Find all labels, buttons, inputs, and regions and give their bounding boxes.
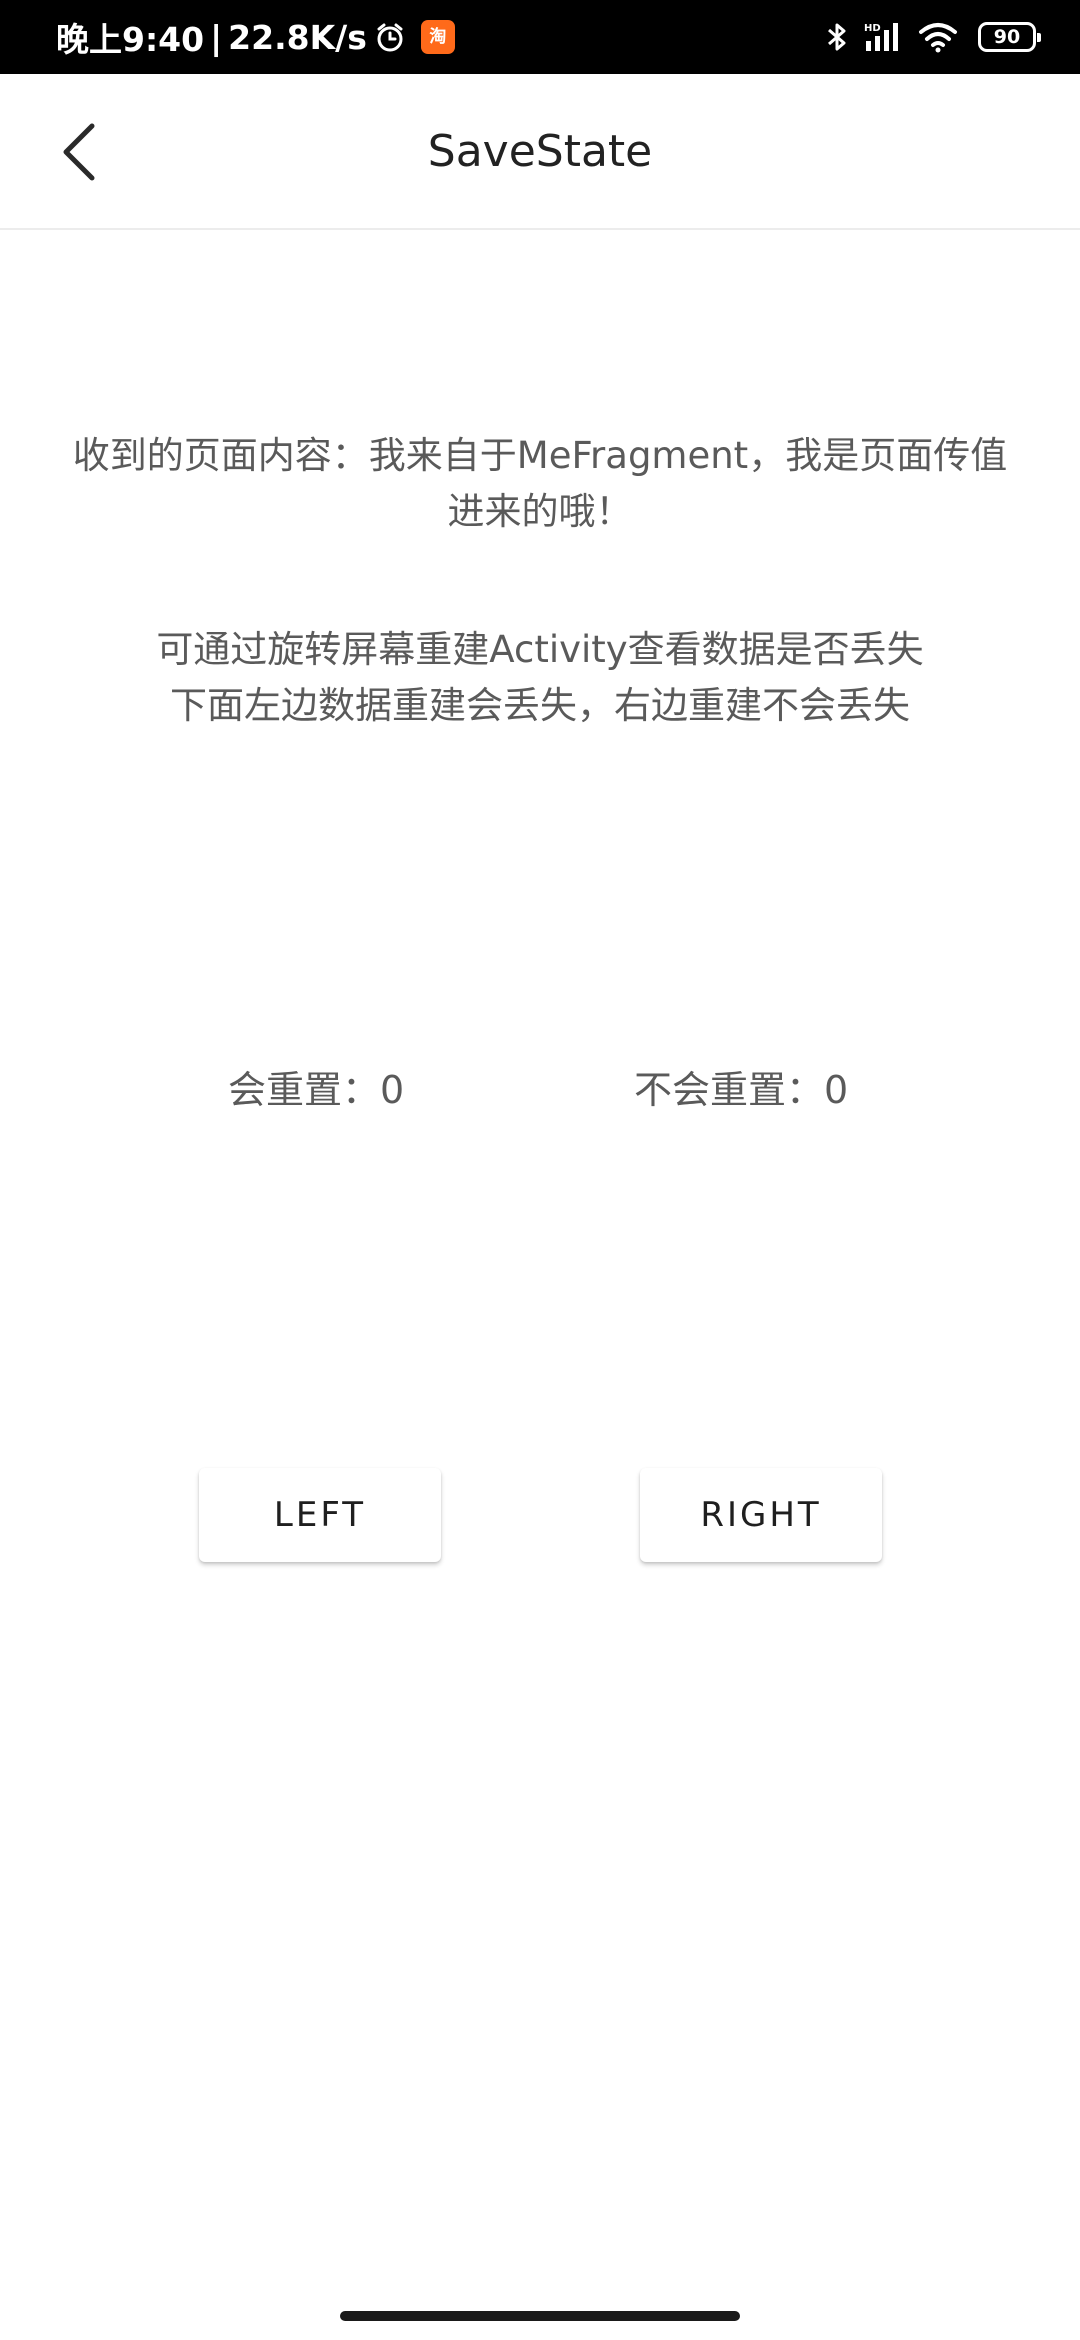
taobao-icon: 淘 [420, 20, 455, 54]
left-counter: 会重置：0 [228, 1068, 405, 1112]
svg-text:HD: HD [864, 23, 881, 34]
right-button[interactable]: RIGHT [640, 1468, 882, 1562]
status-left: 晚上9:40 | 22.8K/s 淘 [56, 0, 455, 74]
status-net-speed: 22.8K/s [228, 17, 367, 57]
left-button[interactable]: LEFT [199, 1468, 441, 1562]
status-time: 晚上9:40 [56, 20, 205, 59]
hint-line-2: 下面左边数据重建会丢失，右边重建不会丢失 [170, 684, 910, 727]
hd-signal-icon: HD [864, 21, 904, 53]
received-content-text: 收到的页面内容：我来自于MeFragment，我是页面传值进来的哦！ [72, 434, 1008, 533]
battery-icon: 90 [978, 22, 1041, 52]
wifi-icon [918, 21, 958, 53]
alarm-icon [375, 22, 405, 52]
gesture-nav-bar[interactable] [340, 2311, 740, 2321]
right-counter: 不会重置：0 [634, 1068, 849, 1112]
toolbar: SaveState [0, 74, 1080, 230]
page-title: SaveState [427, 126, 653, 177]
hint-text: 可通过旋转屏幕重建Activity查看数据是否丢失 下面左边数据重建会丢失，右边… [60, 622, 1020, 734]
status-bar: 晚上9:40 | 22.8K/s 淘 HD 90 [0, 0, 1080, 74]
status-separator: | [210, 17, 223, 57]
status-right: HD 90 [826, 0, 1041, 74]
bluetooth-icon [826, 21, 848, 53]
hint-line-1: 可通过旋转屏幕重建Activity查看数据是否丢失 [156, 628, 924, 671]
